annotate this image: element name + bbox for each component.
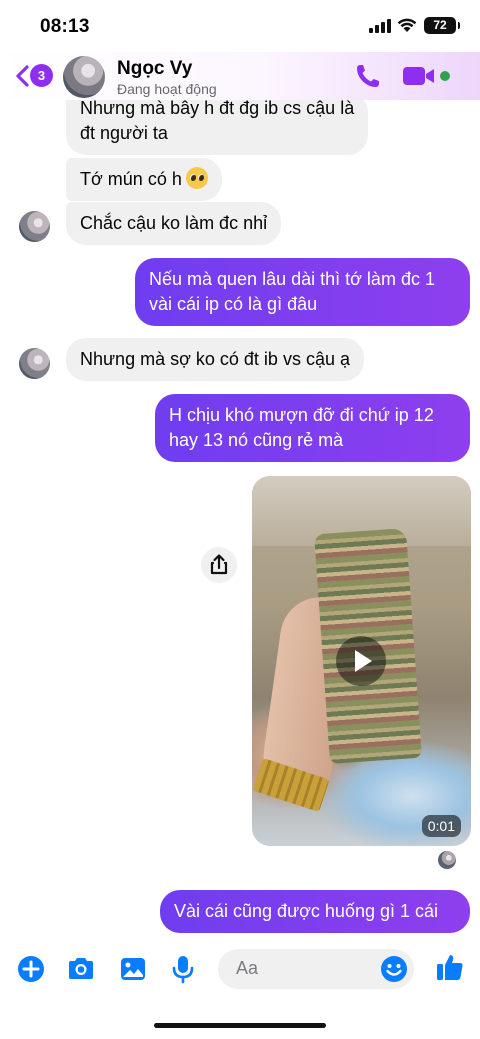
emoji-icon[interactable] (380, 955, 408, 983)
message-bubble-outgoing[interactable]: Vài cái cũng được huống gì 1 cái (160, 890, 470, 933)
play-icon[interactable] (336, 636, 386, 686)
message-bubble-incoming[interactable]: Tớ mún có h (66, 158, 222, 201)
phone-icon[interactable] (354, 62, 382, 90)
pleading-face-emoji-icon (185, 167, 208, 189)
message-list[interactable]: Nhưng mà bây h đt đg ib cs cậu là đt ngư… (0, 96, 480, 936)
message-text: H chịu khó mượn đỡ đi chứ ip 12 (169, 405, 434, 425)
message-text: Nhưng mà sợ ko có đt ib vs cậu ạ (80, 349, 350, 369)
video-duration: 0:01 (421, 815, 461, 837)
message-text: đt người ta (80, 123, 168, 143)
message-text: vài cái ip có là gì đâu (149, 294, 318, 314)
unread-count-badge: 3 (30, 64, 53, 87)
battery-indicator: 72 (424, 17, 460, 34)
online-indicator (440, 71, 450, 81)
status-bar: 08:13 72 (0, 0, 480, 52)
wifi-icon (397, 18, 417, 32)
thumbs-up-icon[interactable] (435, 952, 465, 982)
message-bubble-incoming[interactable]: Chắc cậu ko làm đc nhỉ (66, 202, 282, 245)
message-text: hay 13 nó cũng rẻ mà (169, 430, 344, 450)
message-text: Vài cái cũng được huống gì 1 cái (174, 901, 439, 921)
message-text: Tớ mún có h (80, 169, 182, 189)
camera-icon[interactable] (66, 954, 96, 984)
message-composer: Aa (0, 936, 480, 1006)
video-camera-icon[interactable] (402, 64, 436, 88)
conversation-header: 3 Ngọc Vy Đang hoạt động (0, 52, 480, 100)
status-time: 08:13 (40, 16, 90, 37)
seen-receipt-avatar (438, 851, 456, 869)
message-bubble-outgoing[interactable]: H chịu khó mượn đỡ đi chứ ip 12 hay 13 n… (155, 394, 470, 462)
contact-status: Đang hoạt động (117, 81, 217, 97)
signal-icon (369, 19, 391, 33)
home-indicator[interactable] (154, 1023, 326, 1028)
message-text: Chắc cậu ko làm đc nhỉ (80, 213, 268, 233)
contact-avatar-small[interactable] (19, 348, 50, 379)
contact-avatar[interactable] (63, 56, 105, 98)
microphone-icon[interactable] (168, 954, 198, 984)
plus-icon[interactable] (16, 954, 46, 984)
contact-name[interactable]: Ngọc Vy (117, 58, 192, 80)
share-icon (210, 554, 228, 575)
message-bubble-incoming[interactable]: Nhưng mà sợ ko có đt ib vs cậu ạ (66, 338, 364, 381)
message-bubble-outgoing[interactable]: Nếu mà quen lâu dài thì tớ làm đc 1 vài … (135, 258, 470, 326)
back-button[interactable]: 3 (12, 62, 54, 90)
gallery-icon[interactable] (118, 954, 148, 984)
message-text: Nếu mà quen lâu dài thì tớ làm đc 1 (149, 269, 435, 289)
contact-avatar-small[interactable] (19, 211, 50, 242)
video-message[interactable]: 0:01 (252, 476, 471, 846)
message-bubble-incoming[interactable]: Nhưng mà bây h đt đg ib cs cậu là đt ngư… (66, 96, 369, 155)
share-button[interactable] (201, 547, 237, 583)
message-input-placeholder: Aa (236, 958, 259, 978)
